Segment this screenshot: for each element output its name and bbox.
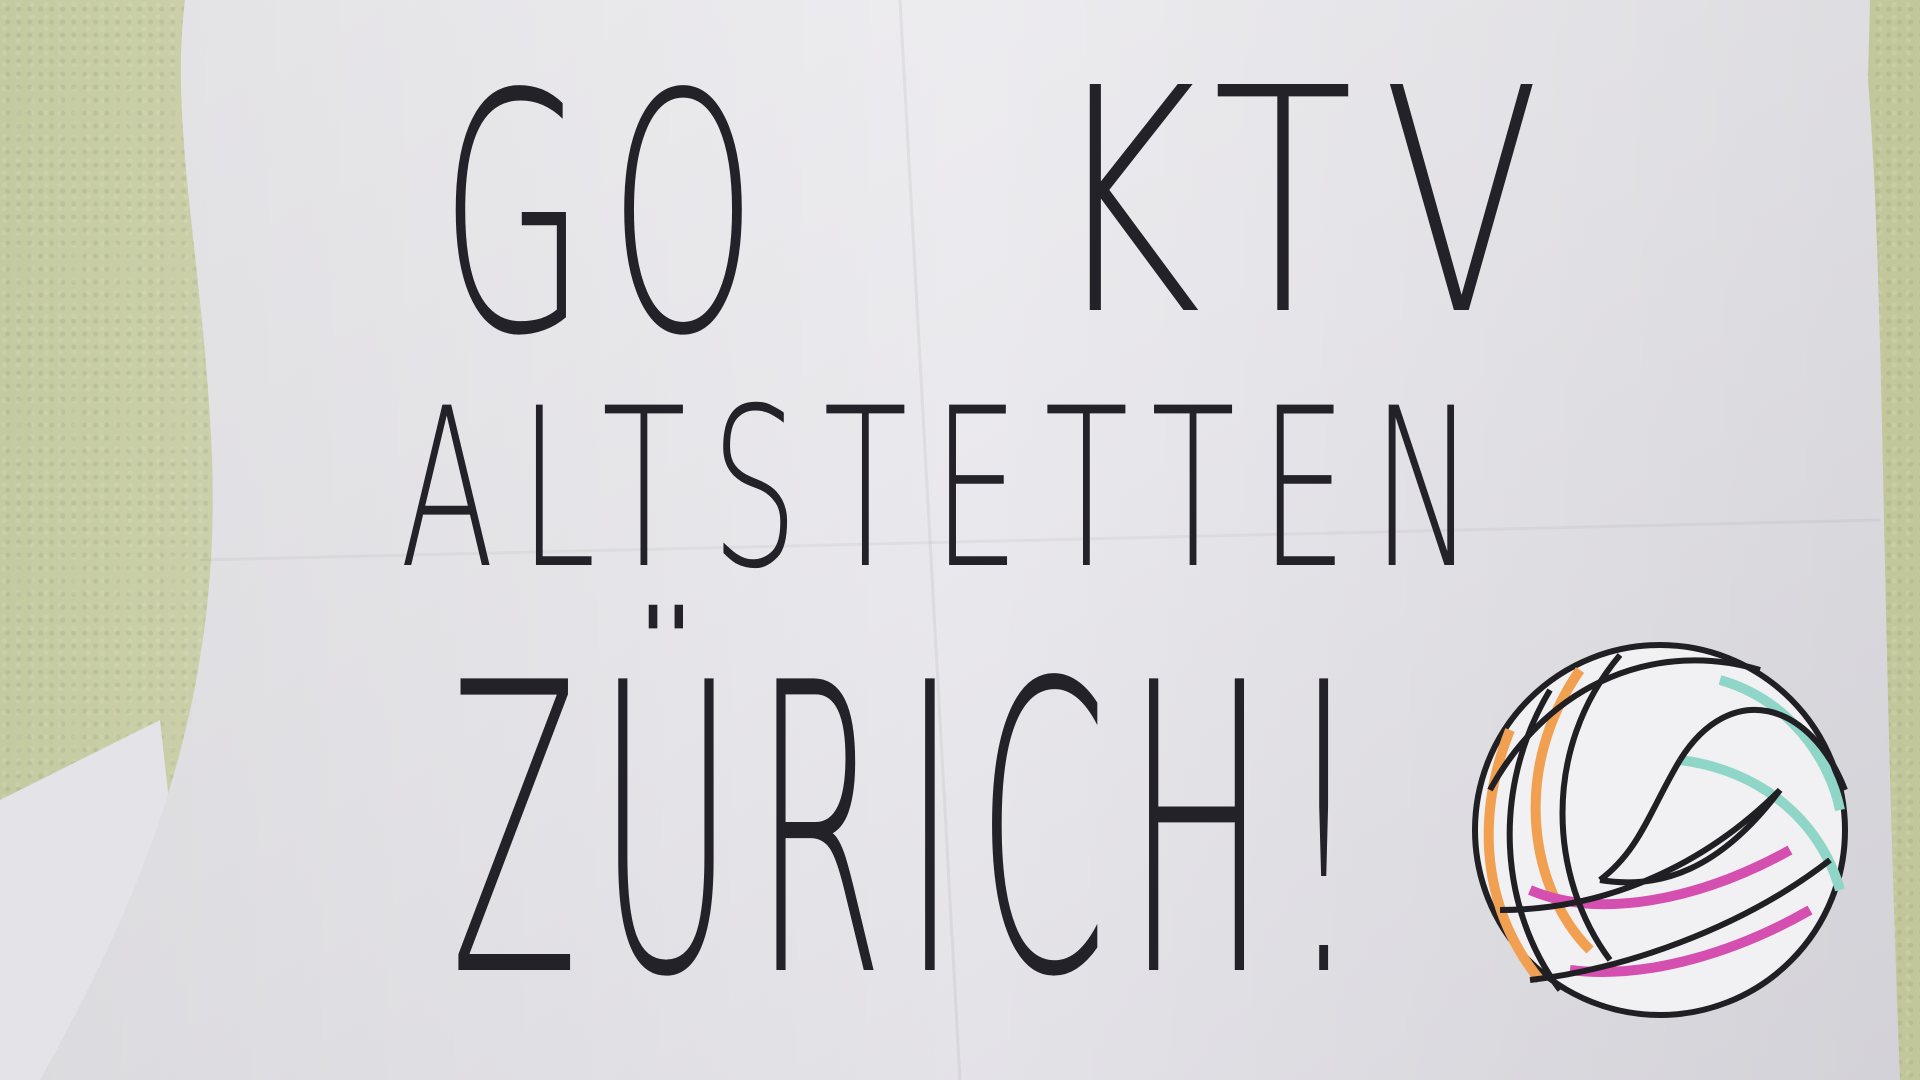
text-altstetten: ALTSTETTEN: [400, 361, 1500, 617]
text-go: GO: [440, 24, 780, 408]
text-zurich: ZÜRICH!: [450, 600, 1380, 1065]
volleyball-drawing: [1472, 642, 1848, 1018]
photo-scene: GO KTV ALTSTETTEN ZÜRICH!: [0, 0, 1920, 1080]
text-ktv: KTV: [1050, 23, 1570, 384]
poster-illustration: GO KTV ALTSTETTEN ZÜRICH!: [0, 0, 1900, 1080]
